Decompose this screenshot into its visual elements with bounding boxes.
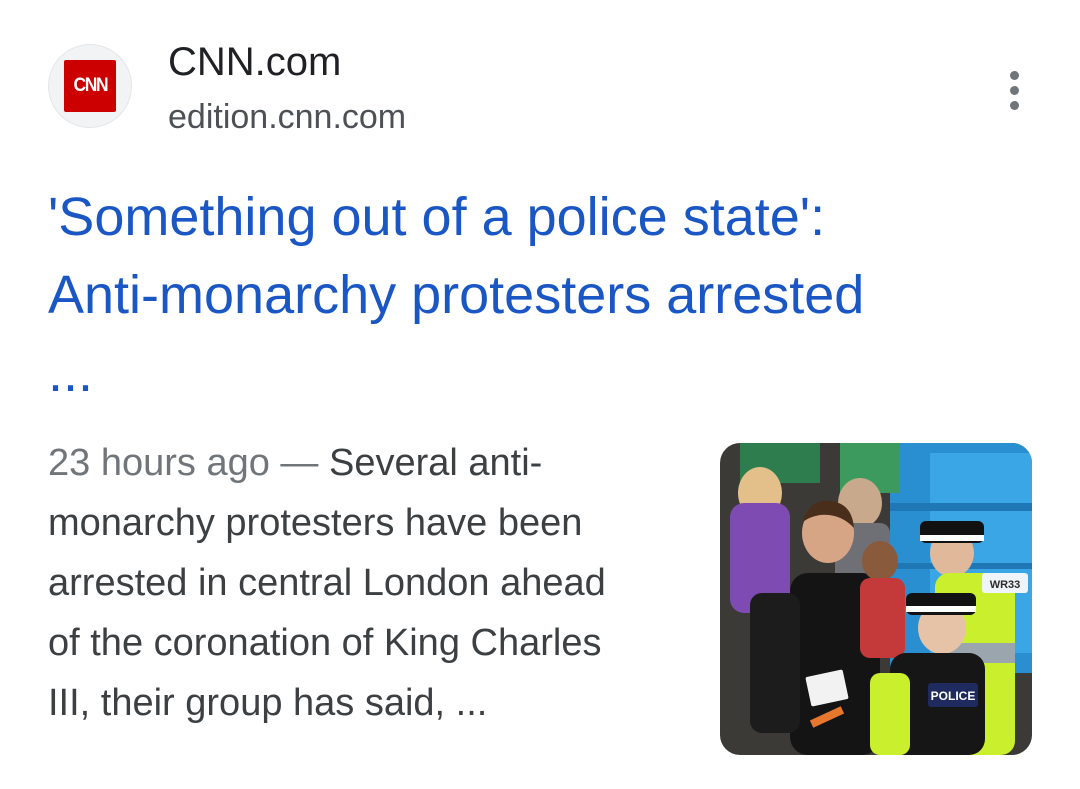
snippet-text-2: monarchy protesters have been	[48, 502, 583, 544]
snippet-text-5: III, their group has said, ...	[48, 682, 488, 724]
snippet-text-4: of the coronation of King Charles	[48, 622, 602, 664]
more-vert-icon	[1009, 70, 1019, 80]
cnn-logo-icon: CNN	[64, 60, 116, 112]
snippet-text-3: arrested in central London ahead	[48, 562, 606, 604]
snippet-separator: —	[269, 442, 329, 484]
news-result-card[interactable]: CNN CNN.com edition.cnn.com 'Something o…	[0, 0, 1080, 789]
protest-photo: POLICE WR33	[720, 443, 1032, 755]
source-name: CNN.com	[168, 40, 342, 84]
more-options-button[interactable]	[994, 64, 1034, 116]
headline-line-3: ...	[48, 343, 94, 403]
source-domain: edition.cnn.com	[168, 98, 407, 136]
published-time: 23 hours ago	[48, 442, 270, 484]
snippet: 23 hours ago — Several anti- monarchy pr…	[48, 433, 688, 733]
headline-line-2: Anti-monarchy protesters arrested	[48, 265, 865, 325]
article-thumbnail[interactable]: POLICE WR33	[720, 443, 1032, 755]
headline-line-1: 'Something out of a police state':	[48, 187, 826, 247]
tank-label: WR33	[990, 579, 1021, 591]
police-vest-label: POLICE	[931, 689, 976, 703]
favicon-container: CNN	[48, 44, 132, 128]
snippet-text-1: Several anti-	[328, 442, 543, 484]
headline-link[interactable]: 'Something out of a police state': Anti-…	[48, 178, 1028, 412]
